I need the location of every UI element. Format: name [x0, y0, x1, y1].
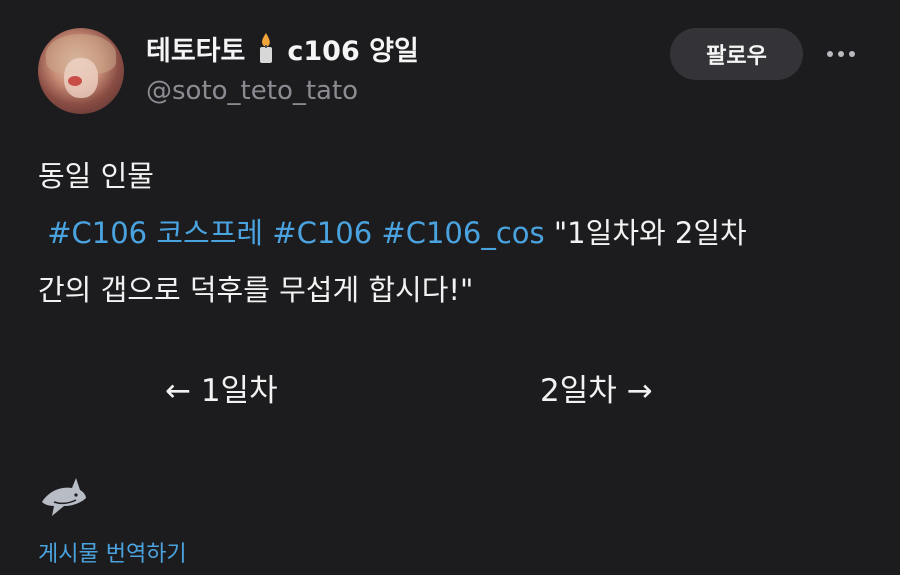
day1-label: ← 1일차: [165, 373, 278, 409]
post-line-3: 간의 갭으로 덕후를 무섭게 합시다!": [38, 273, 474, 307]
avatar[interactable]: [38, 28, 124, 114]
display-name-suffix: c106 양일: [287, 35, 419, 67]
hashtag-link[interactable]: #C106: [47, 216, 147, 250]
post-container: 테토타토 c106 양일 @soto_teto_tato 팔로우 동일 인물 #…: [0, 0, 900, 575]
post-text: 동일 인물 #C106 코스프레 #C106 #C106_cos "1일차와 2…: [38, 148, 868, 319]
dot: [849, 51, 855, 57]
display-name[interactable]: 테토타토 c106 양일: [146, 28, 419, 68]
more-dots-icon[interactable]: [820, 38, 862, 70]
dot: [827, 51, 833, 57]
display-name-text: 테토타토: [146, 35, 246, 67]
hashtag-link[interactable]: #C106_cos: [381, 216, 544, 250]
dot: [838, 51, 844, 57]
translate-post-link[interactable]: 게시물 번역하기: [38, 536, 187, 568]
post-line-2: #C106 코스프레 #C106 #C106_cos "1일차와 2일차: [38, 205, 868, 262]
post-quote-start: "1일차와 2일차: [544, 216, 747, 250]
hashtag-link[interactable]: 코스프레: [156, 216, 263, 250]
hashtag-link[interactable]: #C106: [272, 216, 372, 250]
candle-icon: [260, 33, 273, 63]
follow-button[interactable]: 팔로우: [670, 28, 803, 80]
avatar-detail: [68, 76, 82, 86]
user-handle[interactable]: @soto_teto_tato: [146, 76, 358, 106]
post-line-1: 동일 인물: [38, 159, 154, 193]
day2-label: 2일차 →: [540, 373, 653, 409]
shark-icon: [42, 478, 86, 516]
